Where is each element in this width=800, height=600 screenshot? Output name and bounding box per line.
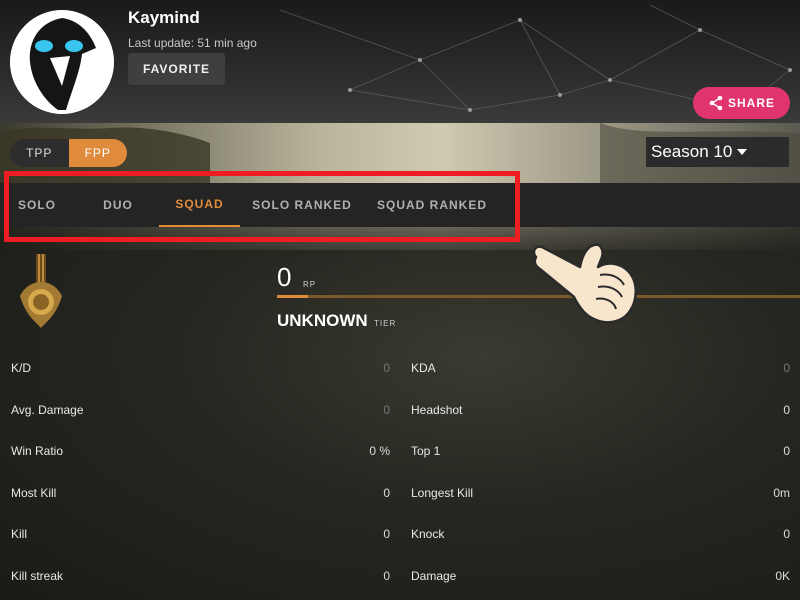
stat-label: Knock: [411, 527, 445, 541]
toggle-tpp[interactable]: TPP: [10, 139, 69, 167]
perspective-toggle[interactable]: TPP FPP: [10, 139, 127, 167]
stat-value: 0: [383, 486, 390, 500]
stat-value: 0m: [773, 486, 790, 500]
last-update-text: Last update: 51 min ago: [128, 36, 257, 50]
season-label: Season 10: [651, 142, 733, 161]
stat-label: Avg. Damage: [11, 403, 84, 417]
tier-unit: TIER: [374, 319, 397, 328]
stat-value: 0K: [775, 569, 790, 583]
stat-value: 0: [783, 361, 790, 375]
stat-label: Kill: [11, 527, 28, 541]
tier-name: UNKNOWN: [277, 311, 368, 330]
stat-label: Top 1: [411, 444, 441, 458]
season-select[interactable]: Season 10: [646, 137, 789, 167]
share-icon: [709, 95, 723, 111]
rp-unit: RP: [303, 280, 317, 289]
toggle-fpp[interactable]: FPP: [68, 139, 127, 167]
tabs-highlight-box: [4, 171, 520, 242]
stat-value: 0: [783, 444, 790, 458]
profile-header: Kaymind Last update: 51 min ago FAVORITE…: [0, 0, 800, 123]
stat-value: 0: [383, 527, 390, 541]
stat-label: K/D: [11, 361, 32, 375]
stat-label: Headshot: [411, 403, 463, 417]
caret-down-icon: [737, 149, 748, 155]
pointing-hand-icon: [532, 243, 637, 324]
rp-value: 0: [277, 262, 292, 292]
username: Kaymind: [128, 8, 200, 27]
network-background: [279, 4, 792, 112]
stats-panel: [0, 250, 800, 600]
stat-label: Damage: [411, 569, 457, 583]
stat-value: 0: [783, 527, 790, 541]
stat-label: Longest Kill: [411, 486, 474, 500]
stat-label: Most Kill: [11, 486, 57, 500]
crow-mask-avatar-icon: [10, 10, 114, 114]
share-label: SHARE: [727, 96, 775, 110]
stat-label: KDA: [411, 361, 436, 375]
rp-progress-fill: [277, 295, 308, 298]
stat-value: 0: [783, 403, 790, 417]
stat-value: 0 %: [369, 444, 390, 458]
stat-value: 0: [383, 361, 390, 375]
share-button[interactable]: SHARE: [693, 87, 790, 119]
favorite-button[interactable]: FAVORITE: [128, 53, 225, 85]
stat-label: Win Ratio: [11, 444, 64, 458]
rank-medal-icon: [20, 254, 62, 328]
avatar: [10, 10, 114, 114]
stat-value: 0: [383, 403, 390, 417]
stat-value: 0: [383, 569, 390, 583]
stat-label: Kill streak: [11, 569, 64, 583]
